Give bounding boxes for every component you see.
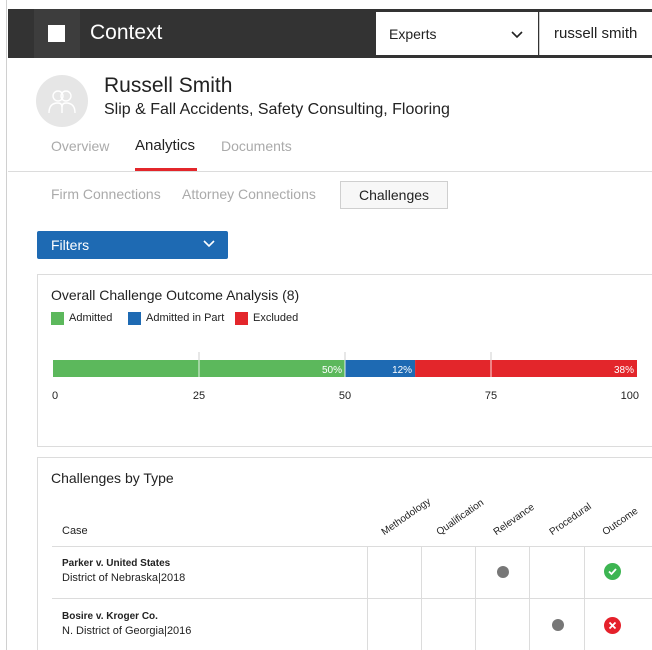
challenges-panel-title: Challenges by Type — [51, 470, 174, 486]
search-type-value: Experts — [389, 26, 437, 42]
outcome-analysis-panel: Overall Challenge Outcome Analysis (8) A… — [37, 274, 652, 447]
x-tick-label: 0 — [52, 390, 58, 402]
tab-analytics[interactable]: Analytics — [135, 137, 195, 154]
column-divider — [367, 547, 368, 650]
subtab-attorney-connections[interactable]: Attorney Connections — [182, 186, 316, 202]
divider — [8, 171, 652, 172]
search-type-select[interactable]: Experts — [376, 12, 538, 55]
check-icon — [604, 563, 621, 580]
x-tick-label: 100 — [621, 390, 639, 402]
left-frame-edge — [0, 0, 7, 650]
expert-name: Russell Smith — [104, 74, 233, 97]
case-name: Bosire v. Kroger Co. — [62, 611, 158, 622]
bar-data-label: 50% — [322, 365, 342, 376]
x-tick-label: 25 — [193, 390, 205, 402]
x-tick-label: 75 — [485, 390, 497, 402]
table-divider — [52, 546, 652, 547]
bar-data-label: 12% — [392, 365, 412, 376]
filters-label: Filters — [51, 237, 90, 253]
case-court-year: N. District of Georgia|2016 — [62, 625, 192, 637]
app-title: Context — [90, 21, 163, 44]
case-column-header: Case — [62, 525, 88, 537]
column-divider — [421, 547, 422, 650]
subtab-firm-connections[interactable]: Firm Connections — [51, 186, 161, 202]
user-group-icon — [48, 90, 76, 114]
subtab-challenges[interactable]: Challenges — [340, 181, 448, 209]
bar-segment-excluded — [415, 360, 637, 377]
bar-data-label: 38% — [614, 365, 634, 376]
x-tick-label: 50 — [339, 390, 351, 402]
column-divider — [529, 547, 530, 650]
search-box[interactable] — [539, 12, 652, 55]
close-icon — [604, 617, 621, 634]
search-input[interactable] — [554, 20, 652, 46]
app-logo-icon — [48, 25, 65, 42]
top-bar: Context Experts — [8, 9, 652, 58]
chevron-down-icon — [511, 31, 523, 39]
menu-button[interactable] — [34, 9, 80, 58]
tab-overview[interactable]: Overview — [51, 138, 109, 154]
challenge-marker-relevance — [497, 566, 509, 578]
column-divider — [475, 547, 476, 650]
case-name: Parker v. United States — [62, 558, 171, 569]
outcome-bar-chart: 50% 12% 38% 0 25 50 75 100 — [52, 352, 639, 402]
challenge-marker-procedural — [552, 619, 564, 631]
chevron-down-icon — [203, 240, 215, 248]
avatar — [36, 75, 88, 127]
case-court-year: District of Nebraska|2018 — [62, 572, 186, 584]
filters-button[interactable]: Filters — [37, 231, 228, 259]
table-divider — [52, 598, 652, 599]
column-divider — [584, 547, 585, 650]
tab-documents[interactable]: Documents — [221, 138, 292, 154]
expert-specialties: Slip & Fall Accidents, Safety Consulting… — [104, 101, 450, 118]
